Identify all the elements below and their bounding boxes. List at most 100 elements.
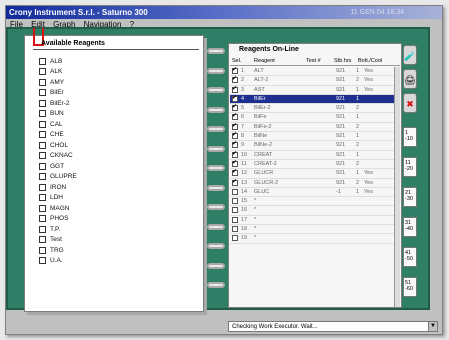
available-reagent-item[interactable]: AMY bbox=[39, 77, 77, 88]
available-reagent-item[interactable]: CHOL bbox=[39, 140, 77, 151]
page-tab[interactable]: 21 -30 bbox=[403, 187, 417, 207]
online-reagent-row[interactable]: 11 CREAT-2 921 2 bbox=[230, 159, 400, 170]
reagent-checkbox[interactable] bbox=[39, 141, 46, 149]
page-tab[interactable]: 41 -50 bbox=[403, 247, 417, 267]
reagent-label: BUN bbox=[50, 110, 64, 118]
online-reagent-row[interactable]: 16 * bbox=[230, 206, 400, 216]
online-reagent-row[interactable]: 17 * bbox=[230, 216, 400, 226]
online-reagent-row[interactable]: 2 ALT-2 921 2 Yes bbox=[230, 75, 400, 86]
reagent-checkbox[interactable] bbox=[39, 131, 46, 139]
page-tab[interactable]: 31 -40 bbox=[403, 217, 417, 237]
available-reagent-item[interactable]: ALB bbox=[39, 56, 77, 67]
row-checkbox[interactable] bbox=[232, 235, 238, 242]
reagent-checkbox[interactable] bbox=[39, 120, 46, 128]
row-checkbox[interactable] bbox=[232, 94, 238, 102]
online-reagent-row[interactable]: 12 GLUCR 921 1 Yes bbox=[230, 168, 400, 179]
online-reagent-row[interactable]: 9 BilNe-2 921 2 bbox=[230, 140, 400, 151]
available-reagent-item[interactable]: BilEr-2 bbox=[39, 98, 77, 109]
available-reagent-item[interactable]: MAGN bbox=[39, 203, 77, 214]
online-reagent-row[interactable]: 19 * bbox=[230, 234, 400, 244]
row-checkbox[interactable] bbox=[232, 85, 238, 93]
reagent-checkbox[interactable] bbox=[39, 246, 46, 254]
available-reagent-item[interactable]: GLUPRE bbox=[39, 172, 77, 183]
cancel-icon[interactable]: ✖ bbox=[403, 93, 417, 113]
available-reagent-item[interactable]: U.A. bbox=[39, 256, 77, 267]
page-tab[interactable]: 51 -60 bbox=[403, 277, 417, 297]
table-scrollbar[interactable] bbox=[394, 67, 400, 307]
reagent-checkbox[interactable] bbox=[39, 257, 46, 265]
row-checkbox[interactable] bbox=[232, 226, 238, 233]
reagent-checkbox[interactable] bbox=[39, 173, 46, 181]
reagent-checkbox[interactable] bbox=[39, 78, 46, 86]
online-reagent-row[interactable]: 6 BilFe 921 1 bbox=[230, 112, 400, 123]
row-checkbox[interactable] bbox=[232, 75, 238, 84]
reagent-label: GLUPRE bbox=[50, 173, 77, 181]
row-checkbox[interactable] bbox=[232, 188, 238, 195]
row-checkbox[interactable] bbox=[232, 159, 238, 167]
row-checkbox[interactable] bbox=[232, 178, 238, 186]
reagent-checkbox[interactable] bbox=[39, 225, 46, 233]
status-box[interactable]: Checking Work Executor. Wait... ▼ bbox=[228, 321, 438, 332]
reagent-checkbox[interactable] bbox=[39, 183, 46, 191]
row-checkbox[interactable] bbox=[232, 103, 238, 112]
reagent-checkbox[interactable] bbox=[39, 99, 46, 107]
online-reagent-row[interactable]: 13 GLUCR-2 921 2 Yes bbox=[230, 178, 400, 188]
row-stb: 921 bbox=[336, 133, 346, 140]
available-reagent-item[interactable]: BUN bbox=[39, 109, 77, 120]
reagent-checkbox[interactable] bbox=[39, 152, 46, 160]
available-reagent-item[interactable]: BilEr bbox=[39, 88, 77, 99]
available-reagent-item[interactable]: LDH bbox=[39, 193, 77, 204]
online-reagent-row[interactable]: 15 * bbox=[230, 197, 400, 207]
online-reagent-row[interactable]: 3 AST 921 1 Yes bbox=[230, 85, 400, 95]
row-checkbox[interactable] bbox=[232, 207, 238, 214]
reagent-checkbox[interactable] bbox=[39, 162, 46, 170]
reagent-checkbox[interactable] bbox=[39, 215, 46, 223]
reagent-checkbox[interactable] bbox=[39, 204, 46, 212]
reagent-checkbox[interactable] bbox=[39, 68, 46, 76]
reagent-checkbox[interactable] bbox=[39, 89, 46, 97]
available-reagent-item[interactable]: IRON bbox=[39, 182, 77, 193]
chevron-down-icon[interactable]: ▼ bbox=[428, 322, 437, 331]
available-reagent-item[interactable]: Test bbox=[39, 235, 77, 246]
page-tab[interactable]: 1 -10 bbox=[403, 127, 417, 147]
online-reagent-row[interactable]: 10 CREAT 921 1 bbox=[230, 150, 400, 160]
online-reagent-row[interactable]: 1 ALT 921 1 Yes bbox=[230, 66, 400, 77]
reagent-checkbox[interactable] bbox=[39, 194, 46, 202]
analyzer-icon[interactable]: 🖨 bbox=[403, 69, 417, 89]
available-reagent-item[interactable]: CAL bbox=[39, 119, 77, 130]
available-reagent-item[interactable]: ALK bbox=[39, 67, 77, 78]
binder-ring bbox=[207, 262, 225, 269]
online-reagent-row[interactable]: 7 BilFe-2 921 2 bbox=[230, 122, 400, 133]
row-stb: 921 bbox=[336, 160, 346, 167]
page-tab[interactable]: 11 -20 bbox=[403, 157, 417, 177]
reagent-checkbox[interactable] bbox=[39, 57, 46, 65]
available-reagent-item[interactable]: PHOS bbox=[39, 214, 77, 225]
row-checkbox[interactable] bbox=[232, 198, 238, 205]
row-checkbox[interactable] bbox=[232, 122, 238, 130]
row-checkbox[interactable] bbox=[232, 66, 238, 74]
row-checkbox[interactable] bbox=[232, 150, 238, 158]
row-checkbox[interactable] bbox=[232, 131, 238, 140]
available-reagent-item[interactable]: CKNAC bbox=[39, 151, 77, 162]
available-reagent-item[interactable]: TRG bbox=[39, 245, 77, 256]
row-number: 18 bbox=[241, 226, 248, 233]
online-reagent-row[interactable]: 8 BilNe 921 1 bbox=[230, 131, 400, 142]
available-reagent-item[interactable]: T.P. bbox=[39, 224, 77, 235]
row-checkbox[interactable] bbox=[232, 216, 238, 223]
available-reagent-item[interactable]: CHE bbox=[39, 130, 77, 141]
row-checkbox[interactable] bbox=[232, 140, 238, 149]
row-stb: 921 bbox=[336, 142, 346, 149]
online-reagent-row[interactable]: 14 GLUC -1 1 Yes bbox=[230, 188, 400, 198]
online-reagent-row[interactable]: 18 * bbox=[230, 225, 400, 235]
bottle-icon[interactable]: 🧪 bbox=[403, 45, 417, 65]
header-reagent: Reagent bbox=[254, 58, 275, 64]
available-reagent-item[interactable]: GGT bbox=[39, 161, 77, 172]
online-reagent-row[interactable]: 5 BilEr-2 921 2 bbox=[230, 103, 400, 114]
row-checkbox[interactable] bbox=[232, 112, 238, 121]
title-bar: Crony Instrument S.r.l. - Saturno 300 11… bbox=[6, 6, 442, 19]
row-checkbox[interactable] bbox=[232, 168, 238, 177]
reagent-checkbox[interactable] bbox=[39, 110, 46, 118]
online-reagent-row[interactable]: 4 BilEr 921 1 bbox=[230, 94, 400, 105]
row-bottle: 2 bbox=[356, 160, 360, 167]
reagent-checkbox[interactable] bbox=[39, 236, 46, 244]
